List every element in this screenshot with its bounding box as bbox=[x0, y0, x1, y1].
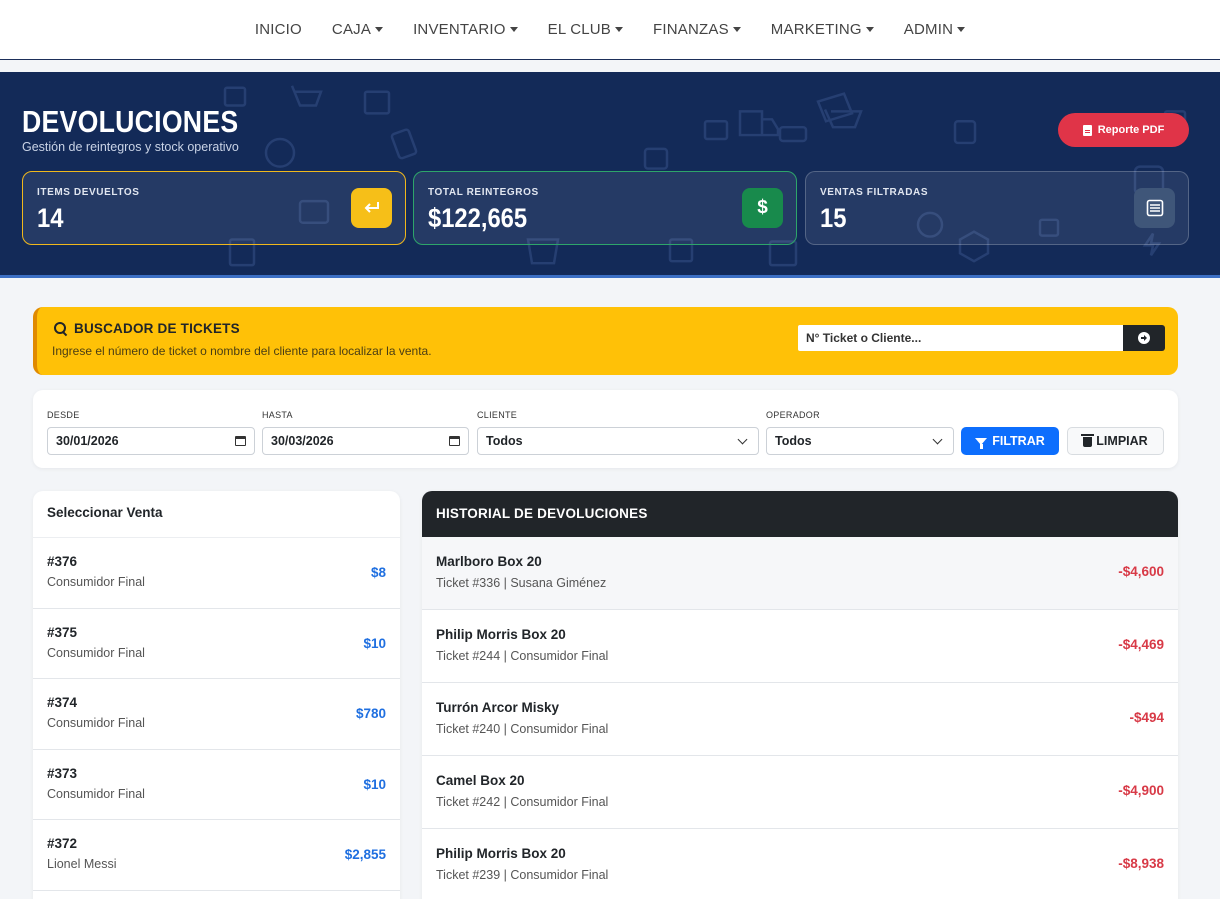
history-title: HISTORIAL DE DEVOLUCIONES bbox=[422, 491, 1178, 537]
caret-down-icon bbox=[509, 27, 518, 32]
nav-item-inicio[interactable]: INICIO bbox=[240, 21, 317, 38]
sale-amount: $2,855 bbox=[344, 847, 386, 862]
receipt-icon bbox=[1134, 188, 1175, 228]
stat-value: $122,665 bbox=[428, 203, 528, 233]
history-product: Philip Morris Box 20 bbox=[436, 627, 566, 642]
stat-label: TOTAL REINTEGROS bbox=[428, 187, 539, 198]
sale-row[interactable]: #376 Consumidor Final $8 bbox=[33, 538, 400, 609]
sale-amount: $10 bbox=[363, 635, 386, 651]
pdf-file-icon bbox=[1082, 124, 1092, 136]
nav-item-finanzas[interactable]: FINANZAS bbox=[638, 21, 756, 38]
operador-select[interactable]: Todos bbox=[766, 427, 954, 455]
stat-label: VENTAS FILTRADAS bbox=[820, 187, 929, 198]
limpiar-button[interactable]: LIMPIAR bbox=[1067, 427, 1164, 455]
arrow-right-circle-icon bbox=[1138, 332, 1150, 344]
filters-card: DESDE 30/01/2026 HASTA 30/03/2026 CLIENT… bbox=[33, 390, 1178, 468]
sale-amount: $780 bbox=[355, 706, 386, 721]
sale-row[interactable]: #374 Consumidor Final $780 bbox=[33, 679, 400, 750]
top-navbar: INICIO CAJA INVENTARIO EL CLUB FINANZAS … bbox=[0, 0, 1220, 60]
history-row: Philip Morris Box 20 Ticket #239 | Consu… bbox=[422, 829, 1178, 899]
returns-history-card: HISTORIAL DE DEVOLUCIONES Marlboro Box 2… bbox=[422, 491, 1178, 899]
sale-client: Consumidor Final bbox=[47, 575, 145, 589]
history-meta: Ticket #239 | Consumidor Final bbox=[436, 868, 609, 882]
history-amount: -$494 bbox=[1129, 710, 1164, 725]
history-meta: Ticket #240 | Consumidor Final bbox=[436, 722, 609, 736]
desde-label: DESDE bbox=[47, 410, 80, 420]
calendar-icon[interactable] bbox=[235, 436, 246, 446]
caret-down-icon bbox=[615, 27, 624, 32]
page-header: DEVOLUCIONES Gestión de reintegros y sto… bbox=[0, 72, 1220, 278]
search-submit-button[interactable] bbox=[1123, 325, 1165, 351]
sale-number: #376 bbox=[47, 554, 78, 569]
caret-down-icon bbox=[375, 27, 384, 32]
dollar-icon: $ bbox=[742, 188, 783, 228]
history-amount: -$4,469 bbox=[1118, 637, 1164, 652]
sale-number: #373 bbox=[47, 765, 78, 781]
page-subtitle: Gestión de reintegros y stock operativo bbox=[22, 140, 239, 154]
sale-number: #372 bbox=[47, 836, 78, 851]
history-meta: Ticket #336 | Susana Giménez bbox=[436, 576, 607, 590]
desde-date-input[interactable]: 30/01/2026 bbox=[47, 427, 255, 455]
page-title: DEVOLUCIONES bbox=[22, 104, 239, 139]
history-amount: -$8,938 bbox=[1118, 856, 1164, 871]
filtrar-button[interactable]: FILTRAR bbox=[961, 427, 1059, 455]
stat-label: ITEMS DEVUELTOS bbox=[37, 187, 140, 198]
sale-client: Consumidor Final bbox=[47, 786, 145, 801]
search-icon bbox=[54, 322, 67, 335]
stat-value: 14 bbox=[37, 203, 64, 233]
hasta-date-input[interactable]: 30/03/2026 bbox=[262, 427, 469, 455]
history-row: Turrón Arcor Misky Ticket #240 | Consumi… bbox=[422, 683, 1178, 756]
sale-amount: $10 bbox=[363, 776, 386, 792]
stat-value: 15 bbox=[820, 203, 847, 233]
history-amount: -$4,900 bbox=[1118, 783, 1164, 798]
history-product: Philip Morris Box 20 bbox=[436, 846, 566, 861]
cliente-label: CLIENTE bbox=[477, 410, 518, 420]
history-product: Turrón Arcor Misky bbox=[436, 700, 560, 715]
nav-item-inventario[interactable]: INVENTARIO bbox=[398, 21, 533, 38]
pdf-report-button[interactable]: Reporte PDF bbox=[1058, 113, 1189, 147]
cliente-select[interactable]: Todos bbox=[477, 427, 759, 455]
history-amount: -$4,600 bbox=[1118, 564, 1164, 579]
search-subtitle: Ingrese el número de ticket o nombre del… bbox=[52, 344, 432, 358]
caret-down-icon bbox=[732, 27, 741, 32]
sale-client: Consumidor Final bbox=[47, 716, 145, 730]
history-product: Marlboro Box 20 bbox=[436, 554, 542, 569]
sales-list-card: Seleccionar Venta #376 Consumidor Final … bbox=[33, 491, 400, 899]
hasta-label: HASTA bbox=[262, 410, 293, 420]
trash-icon bbox=[1081, 434, 1095, 447]
history-product: Camel Box 20 bbox=[436, 773, 525, 788]
sale-number: #374 bbox=[47, 695, 78, 710]
chevron-down-icon bbox=[932, 434, 943, 444]
sale-client: Lionel Messi bbox=[47, 857, 117, 871]
sale-client: Consumidor Final bbox=[47, 645, 145, 660]
sales-list-title: Seleccionar Venta bbox=[33, 491, 400, 538]
chevron-down-icon bbox=[737, 434, 748, 444]
nav-item-caja[interactable]: CAJA bbox=[317, 21, 398, 38]
sale-amount: $8 bbox=[370, 565, 386, 580]
stat-ventas-filtradas: VENTAS FILTRADAS 15 bbox=[805, 171, 1189, 245]
caret-down-icon bbox=[957, 27, 966, 32]
ticket-search-card: BUSCADOR DE TICKETS Ingrese el número de… bbox=[33, 307, 1178, 375]
caret-down-icon bbox=[865, 27, 874, 32]
return-arrow-icon bbox=[351, 188, 392, 228]
history-meta: Ticket #244 | Consumidor Final bbox=[436, 649, 609, 663]
sale-row[interactable]: #375 Consumidor Final $10 bbox=[33, 609, 400, 679]
stat-total-reintegros: TOTAL REINTEGROS $122,665 $ bbox=[413, 171, 797, 245]
operador-label: OPERADOR bbox=[766, 410, 820, 420]
calendar-icon[interactable] bbox=[449, 436, 460, 446]
history-row: Philip Morris Box 20 Ticket #244 | Consu… bbox=[422, 610, 1178, 683]
nav-item-admin[interactable]: ADMIN bbox=[889, 21, 980, 38]
nav-item-el-club[interactable]: EL CLUB bbox=[533, 21, 638, 38]
sale-row[interactable]: #372 Lionel Messi $2,855 bbox=[33, 820, 400, 891]
nav-item-marketing[interactable]: MARKETING bbox=[756, 21, 889, 38]
stat-items-devueltos: ITEMS DEVUELTOS 14 bbox=[22, 171, 406, 245]
sale-number: #375 bbox=[47, 624, 78, 640]
history-row: Marlboro Box 20 Ticket #336 | Susana Gim… bbox=[422, 537, 1178, 610]
history-meta: Ticket #242 | Consumidor Final bbox=[436, 795, 609, 809]
history-row: Camel Box 20 Ticket #242 | Consumidor Fi… bbox=[422, 756, 1178, 829]
sale-row[interactable]: #373 Consumidor Final $10 bbox=[33, 750, 400, 820]
ticket-search-input[interactable] bbox=[798, 325, 1123, 351]
search-title: BUSCADOR DE TICKETS bbox=[54, 321, 240, 336]
filter-icon bbox=[975, 437, 988, 449]
